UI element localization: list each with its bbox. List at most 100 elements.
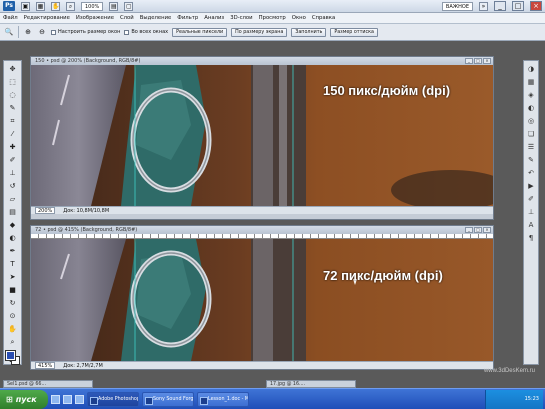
menu-filter[interactable]: Фильтр — [177, 15, 198, 21]
quick-selection-tool-icon[interactable]: ✎ — [6, 102, 20, 114]
history-brush-tool-icon[interactable]: ↺ — [6, 180, 20, 192]
doc-close-button[interactable]: × — [483, 227, 491, 233]
3d-orbit-tool-icon[interactable]: ⊙ — [6, 310, 20, 322]
3d-rotate-tool-icon[interactable]: ↻ — [6, 297, 20, 309]
menu-image[interactable]: Изображение — [76, 15, 114, 21]
document-window-72dpi[interactable]: 72 • psd @ 415% (Background, RGB/8#) _ □ × — [30, 225, 494, 370]
maximize-button[interactable]: □ — [512, 1, 524, 11]
quick-launch-ie-icon[interactable] — [51, 394, 60, 404]
path-selection-tool-icon[interactable]: ➤ — [6, 271, 20, 283]
taskbar-item-sound-forge[interactable]: Sony Sound Forge P... — [142, 391, 194, 407]
doc-maximize-button[interactable]: □ — [474, 58, 482, 64]
quick-launch-explorer-icon[interactable] — [75, 394, 84, 404]
clone-stamp-tool-icon[interactable]: ⊥ — [6, 167, 20, 179]
document-size-info[interactable]: Док: 10,8M/10,8M — [63, 207, 109, 214]
doc-minimize-button[interactable]: _ — [465, 58, 473, 64]
resize-windows-checkbox[interactable]: Настроить размер окон — [51, 29, 120, 35]
view-extras-icon[interactable]: ▦ — [36, 1, 45, 11]
hand-icon[interactable]: ✋ — [51, 1, 60, 11]
actions-panel-icon[interactable]: ▶ — [525, 181, 537, 191]
type-tool-icon[interactable]: T — [6, 258, 20, 270]
crop-tool-icon[interactable]: ⌗ — [6, 115, 20, 127]
eraser-tool-icon[interactable]: ▱ — [6, 193, 20, 205]
application-bar: Ps ▣ ▦ ✋ ⌕ 100% ▤ ▢ ВАЖНОЕ » _ □ × — [0, 0, 545, 13]
menu-help[interactable]: Справка — [312, 15, 335, 21]
brushes-panel-icon[interactable]: ✐ — [525, 194, 537, 204]
menu-3d[interactable]: 3D-слои — [230, 15, 252, 21]
swatches-panel-icon[interactable]: ▦ — [525, 77, 537, 87]
document-window-150dpi[interactable]: 150 • psd @ 200% (Background, RGB/8#) _ □… — [30, 56, 494, 220]
start-button[interactable]: ⊞ пуск — [0, 389, 48, 409]
move-tool-icon[interactable]: ✥ — [6, 63, 20, 75]
all-windows-checkbox[interactable]: Во всех окнах — [124, 29, 168, 35]
cs-live-icon[interactable]: » — [479, 1, 488, 11]
arrange-documents-icon[interactable]: ▤ — [109, 1, 119, 11]
gradient-tool-icon[interactable]: ▤ — [6, 206, 20, 218]
masks-panel-icon[interactable]: ◎ — [525, 116, 537, 126]
launch-bridge-icon[interactable]: ▣ — [21, 1, 30, 11]
adjustments-panel-icon[interactable]: ◐ — [525, 103, 537, 113]
doc-minimize-button[interactable]: _ — [465, 227, 473, 233]
zoom-tool-icon[interactable]: 🔍 — [4, 27, 14, 37]
document-canvas[interactable]: 150 пикс/дюйм (dpi) — [31, 65, 493, 206]
close-button[interactable]: × — [530, 1, 542, 11]
menu-window[interactable]: Окно — [292, 15, 306, 21]
menu-select[interactable]: Выделение — [140, 15, 172, 21]
actual-pixels-button[interactable]: Реальные пиксели — [172, 27, 228, 37]
clone-source-panel-icon[interactable]: ⊥ — [525, 207, 537, 217]
menu-edit[interactable]: Редактирование — [24, 15, 70, 21]
quick-launch-desktop-icon[interactable] — [63, 394, 72, 404]
document-zoom-field[interactable]: 415% — [35, 362, 56, 369]
fill-screen-button[interactable]: Заполнить — [291, 27, 327, 37]
brush-tool-icon[interactable]: ✐ — [6, 154, 20, 166]
workspace-switcher[interactable]: ВАЖНОЕ — [441, 1, 473, 11]
menu-analysis[interactable]: Анализ — [204, 15, 224, 21]
menu-view[interactable]: Просмотр — [259, 15, 286, 21]
zoom-icon[interactable]: ⌕ — [66, 1, 75, 11]
paths-panel-icon[interactable]: ✎ — [525, 155, 537, 165]
document-zoom-field[interactable]: 200% — [35, 207, 56, 214]
layers-panel-icon[interactable]: ❏ — [525, 129, 537, 139]
document-canvas[interactable]: 72 пикс/дюйм (dpi) — [31, 239, 493, 361]
document-tab[interactable]: 72 • psd @ 415% (Background, RGB/8#) _ □ × — [31, 226, 493, 234]
character-panel-icon[interactable]: A — [525, 220, 537, 230]
menu-file[interactable]: Файл — [3, 15, 18, 21]
styles-panel-icon[interactable]: ◈ — [525, 90, 537, 100]
color-panel-icon[interactable]: ◑ — [525, 64, 537, 74]
marquee-tool-icon[interactable]: ⬚ — [6, 76, 20, 88]
photoshop-screen: Ps ▣ ▦ ✋ ⌕ 100% ▤ ▢ ВАЖНОЕ » _ □ × Файл … — [0, 0, 545, 409]
zoom-tool-icon[interactable]: ⌕ — [6, 336, 20, 348]
doc-close-button[interactable]: × — [483, 58, 491, 64]
taskbar-item-word[interactable]: Lesson_1.doc - Micro... — [197, 391, 249, 407]
zoom-out-icon[interactable]: ⊖ — [37, 27, 47, 37]
paragraph-panel-icon[interactable]: ¶ — [525, 233, 537, 243]
healing-brush-tool-icon[interactable]: ✚ — [6, 141, 20, 153]
zoom-level-select[interactable]: 100% — [81, 1, 104, 11]
eyedropper-tool-icon[interactable]: ⁄ — [6, 128, 20, 140]
screen-mode-icon[interactable]: ▢ — [124, 1, 134, 11]
minimized-document[interactable]: 17.jpg @ 16.... — [266, 380, 356, 388]
foreground-color-swatch[interactable] — [4, 350, 16, 361]
taskbar-item-photoshop[interactable]: Adobe Photoshop CS... — [87, 391, 139, 407]
document-tab[interactable]: 150 • psd @ 200% (Background, RGB/8#) _ □… — [31, 57, 493, 65]
lasso-tool-icon[interactable]: ◌ — [6, 89, 20, 101]
shape-tool-icon[interactable]: ■ — [6, 284, 20, 296]
dodge-tool-icon[interactable]: ◐ — [6, 232, 20, 244]
pen-tool-icon[interactable]: ✒ — [6, 245, 20, 257]
fit-screen-button[interactable]: По размеру экрана — [231, 27, 288, 37]
hand-tool-icon[interactable]: ✋ — [6, 323, 20, 335]
minimized-document[interactable]: Sel1.psd @ 66... — [3, 380, 93, 388]
document-size-info[interactable]: Док: 2,7M/2,7M — [63, 362, 102, 369]
options-bar: 🔍 ⊕ ⊖ Настроить размер окон Во всех окна… — [0, 24, 545, 41]
history-panel-icon[interactable]: ↶ — [525, 168, 537, 178]
tools-panel: ✥ ⬚ ◌ ✎ ⌗ ⁄ ✚ ✐ ⊥ ↺ ▱ ▤ ◆ ◐ ✒ T ➤ ■ ↻ ⊙ … — [3, 60, 22, 365]
minimize-button[interactable]: _ — [494, 1, 506, 11]
zoom-in-icon[interactable]: ⊕ — [23, 27, 33, 37]
system-tray[interactable]: 15:23 — [485, 389, 543, 409]
doc-maximize-button[interactable]: □ — [474, 227, 482, 233]
blur-tool-icon[interactable]: ◆ — [6, 219, 20, 231]
document-status-bar: 415% Док: 2,7M/2,7M — [31, 361, 493, 369]
channels-panel-icon[interactable]: ☰ — [525, 142, 537, 152]
menu-layer[interactable]: Слой — [120, 15, 134, 21]
print-size-button[interactable]: Размер оттиска — [330, 27, 378, 37]
